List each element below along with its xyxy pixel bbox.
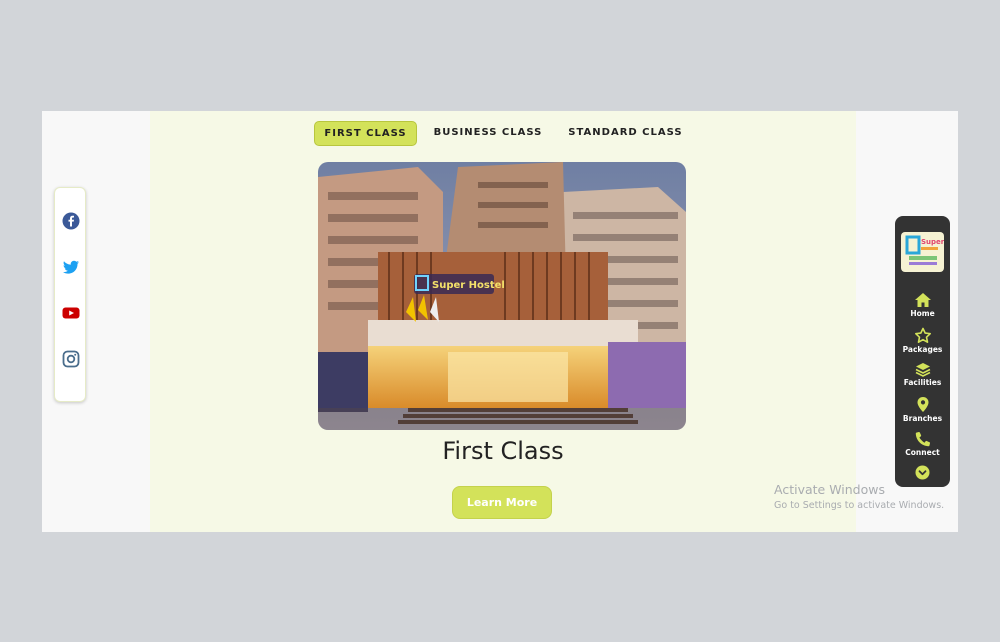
nav-item-branches[interactable]: Branches bbox=[895, 396, 950, 423]
nav-label-connect: Connect bbox=[905, 448, 940, 457]
home-icon bbox=[914, 293, 931, 307]
svg-text:Super Home: Super Home bbox=[921, 238, 944, 246]
class-section: FIRST CLASS BUSINESS CLASS STANDARD CLAS… bbox=[150, 111, 856, 532]
nav-label-branches: Branches bbox=[902, 414, 943, 423]
svg-text:Super Hostel: Super Hostel bbox=[432, 280, 505, 291]
class-tabs: FIRST CLASS BUSINESS CLASS STANDARD CLAS… bbox=[150, 121, 856, 146]
facebook-icon[interactable] bbox=[62, 212, 80, 230]
nav-label-packages: Packages bbox=[902, 345, 943, 354]
hotel-building-photo: Super Hostel bbox=[318, 162, 686, 430]
tab-first-class[interactable]: FIRST CLASS bbox=[314, 121, 417, 146]
nav-label-home: Home bbox=[910, 309, 935, 318]
nav-label-facilities: Facilities bbox=[903, 378, 942, 387]
nav-item-home[interactable]: Home bbox=[895, 292, 950, 318]
star-icon bbox=[914, 327, 931, 343]
page-title: First Class bbox=[442, 437, 564, 465]
page: FIRST CLASS BUSINESS CLASS STANDARD CLAS… bbox=[42, 111, 958, 532]
layers-icon bbox=[915, 363, 930, 377]
nav-item-packages[interactable]: Packages bbox=[895, 327, 950, 354]
nav-scroll-down[interactable] bbox=[895, 465, 950, 480]
instagram-icon[interactable] bbox=[62, 350, 80, 368]
tab-business-class[interactable]: BUSINESS CLASS bbox=[425, 121, 552, 146]
phone-icon bbox=[915, 431, 930, 447]
watermark-subtitle: Go to Settings to activate Windows. bbox=[774, 500, 945, 511]
right-nav: Super Home Home Packages Facilities Bran… bbox=[895, 216, 970, 487]
nav-item-facilities[interactable]: Facilities bbox=[895, 362, 950, 387]
tab-standard-class[interactable]: STANDARD CLASS bbox=[559, 121, 691, 146]
chevron-down-circle-icon bbox=[915, 465, 930, 480]
nav-item-connect[interactable]: Connect bbox=[895, 431, 950, 457]
twitter-icon[interactable] bbox=[62, 258, 80, 276]
map-pin-icon bbox=[917, 397, 928, 412]
youtube-icon[interactable] bbox=[62, 304, 80, 322]
learn-more-button[interactable]: Learn More bbox=[452, 486, 552, 519]
brand-logo[interactable]: Super Home bbox=[901, 232, 970, 272]
social-sidebar bbox=[54, 187, 86, 402]
